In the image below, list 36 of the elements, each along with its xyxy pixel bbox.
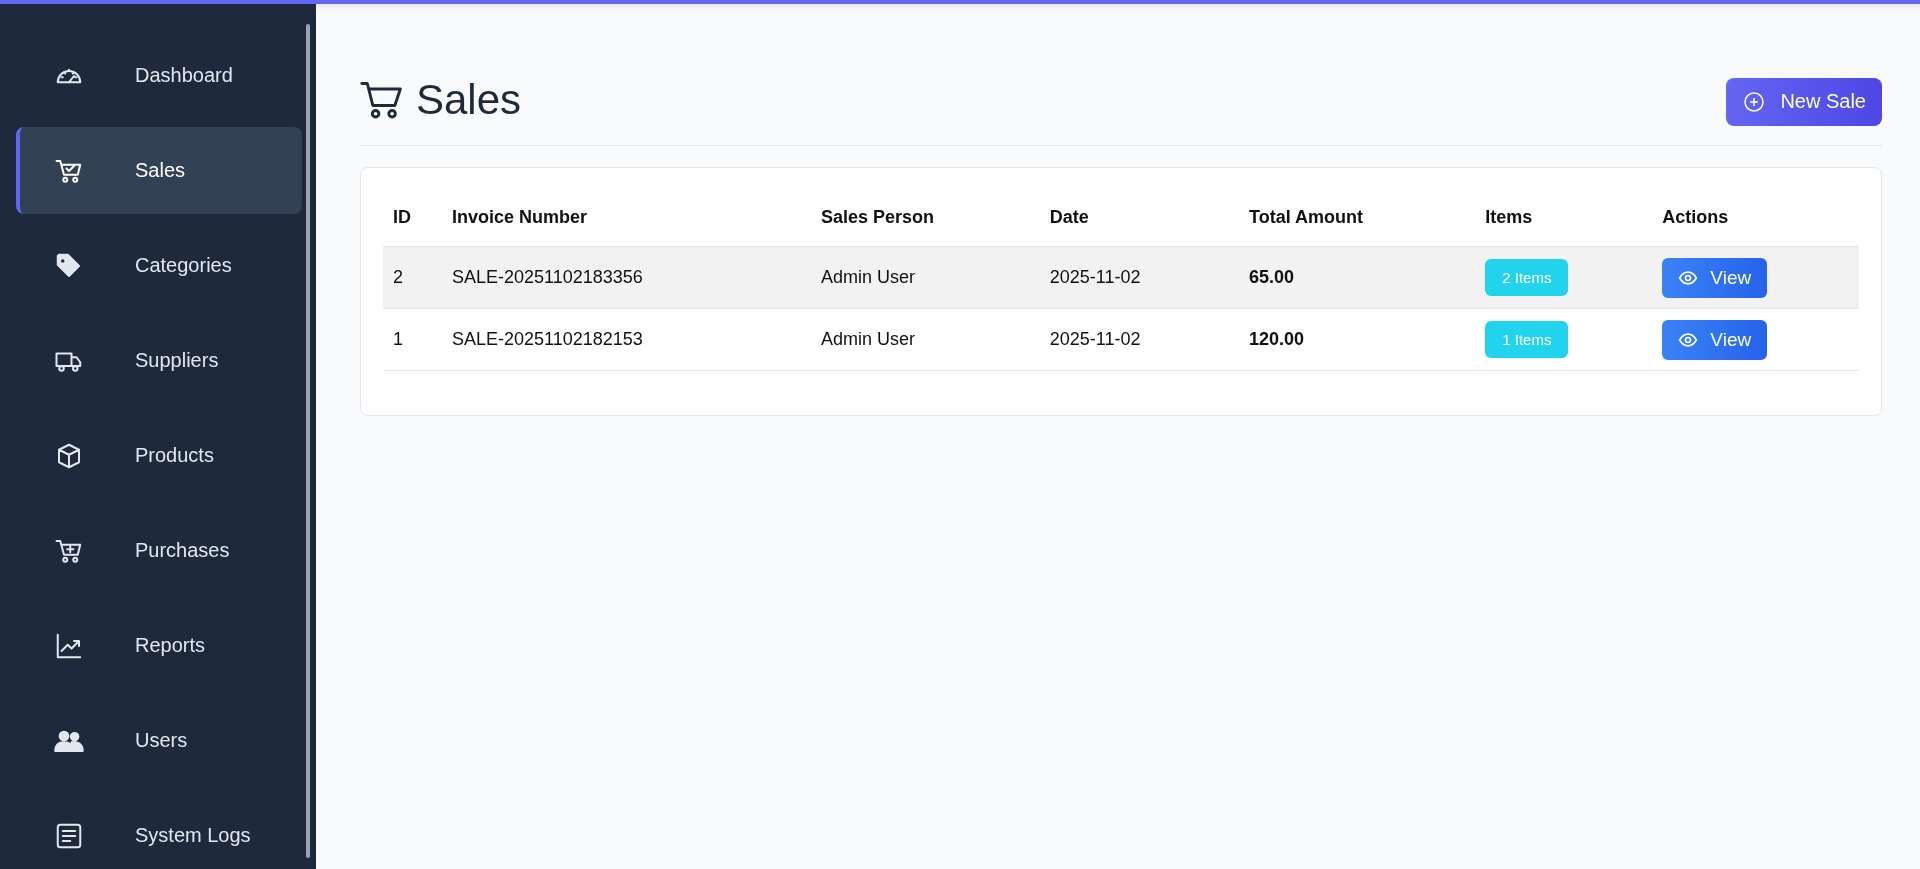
column-header: Invoice Number bbox=[452, 206, 588, 227]
table-cell: Admin User bbox=[821, 329, 916, 349]
table-cell: SALE-20251102182153 bbox=[452, 329, 643, 349]
sidebar-item[interactable]: Dashboard bbox=[16, 32, 302, 119]
column-header: Total Amount bbox=[1249, 206, 1364, 227]
sidebar-item[interactable]: Users bbox=[16, 697, 302, 784]
items-badge: 2 Items bbox=[1485, 259, 1569, 296]
column-header: Sales Person bbox=[821, 206, 935, 227]
table-cell: 65.00 bbox=[1249, 267, 1295, 287]
table-cell: 2025-11-02 bbox=[1049, 329, 1141, 349]
items-badge: 1 Items bbox=[1485, 321, 1569, 358]
plus-circle-icon bbox=[1742, 89, 1767, 114]
table-cell: 120.00 bbox=[1249, 329, 1305, 349]
view-button[interactable]: View bbox=[1662, 257, 1768, 298]
page-title: Sales bbox=[416, 75, 522, 124]
scrollbar[interactable] bbox=[306, 24, 310, 858]
new-sale-button[interactable]: New Sale bbox=[1726, 77, 1882, 126]
sidebar-item[interactable]: System Logs bbox=[16, 792, 302, 869]
table-cell: 2 bbox=[393, 267, 403, 287]
table-row[interactable]: 2 SALE-20251102183356 Admin User 2025-11-02 65.00 2 Items View bbox=[383, 246, 1859, 309]
sidebar-item[interactable]: Categories bbox=[16, 222, 302, 309]
sidebar-item[interactable]: Purchases bbox=[16, 507, 302, 594]
column-header: Actions bbox=[1662, 206, 1729, 227]
sidebar-item[interactable]: Sales bbox=[16, 127, 302, 214]
table-cell: 1 bbox=[393, 329, 403, 349]
column-header: Items bbox=[1485, 206, 1533, 227]
table-cell: 2025-11-02 bbox=[1049, 267, 1141, 287]
table-row[interactable]: 1 SALE-20251102182153 Admin User 2025-11-02 120.00 1 Items View bbox=[383, 308, 1859, 371]
view-button[interactable]: View bbox=[1662, 319, 1768, 360]
column-header: Date bbox=[1049, 206, 1089, 227]
table-cell: SALE-20251102183356 bbox=[452, 267, 643, 287]
table-cell: Admin User bbox=[821, 267, 916, 287]
column-header: ID bbox=[393, 206, 411, 227]
sidebar-item[interactable]: Reports bbox=[16, 602, 302, 689]
sidebar-item[interactable]: Products bbox=[16, 412, 302, 499]
sidebar-item[interactable]: Suppliers bbox=[16, 317, 302, 404]
